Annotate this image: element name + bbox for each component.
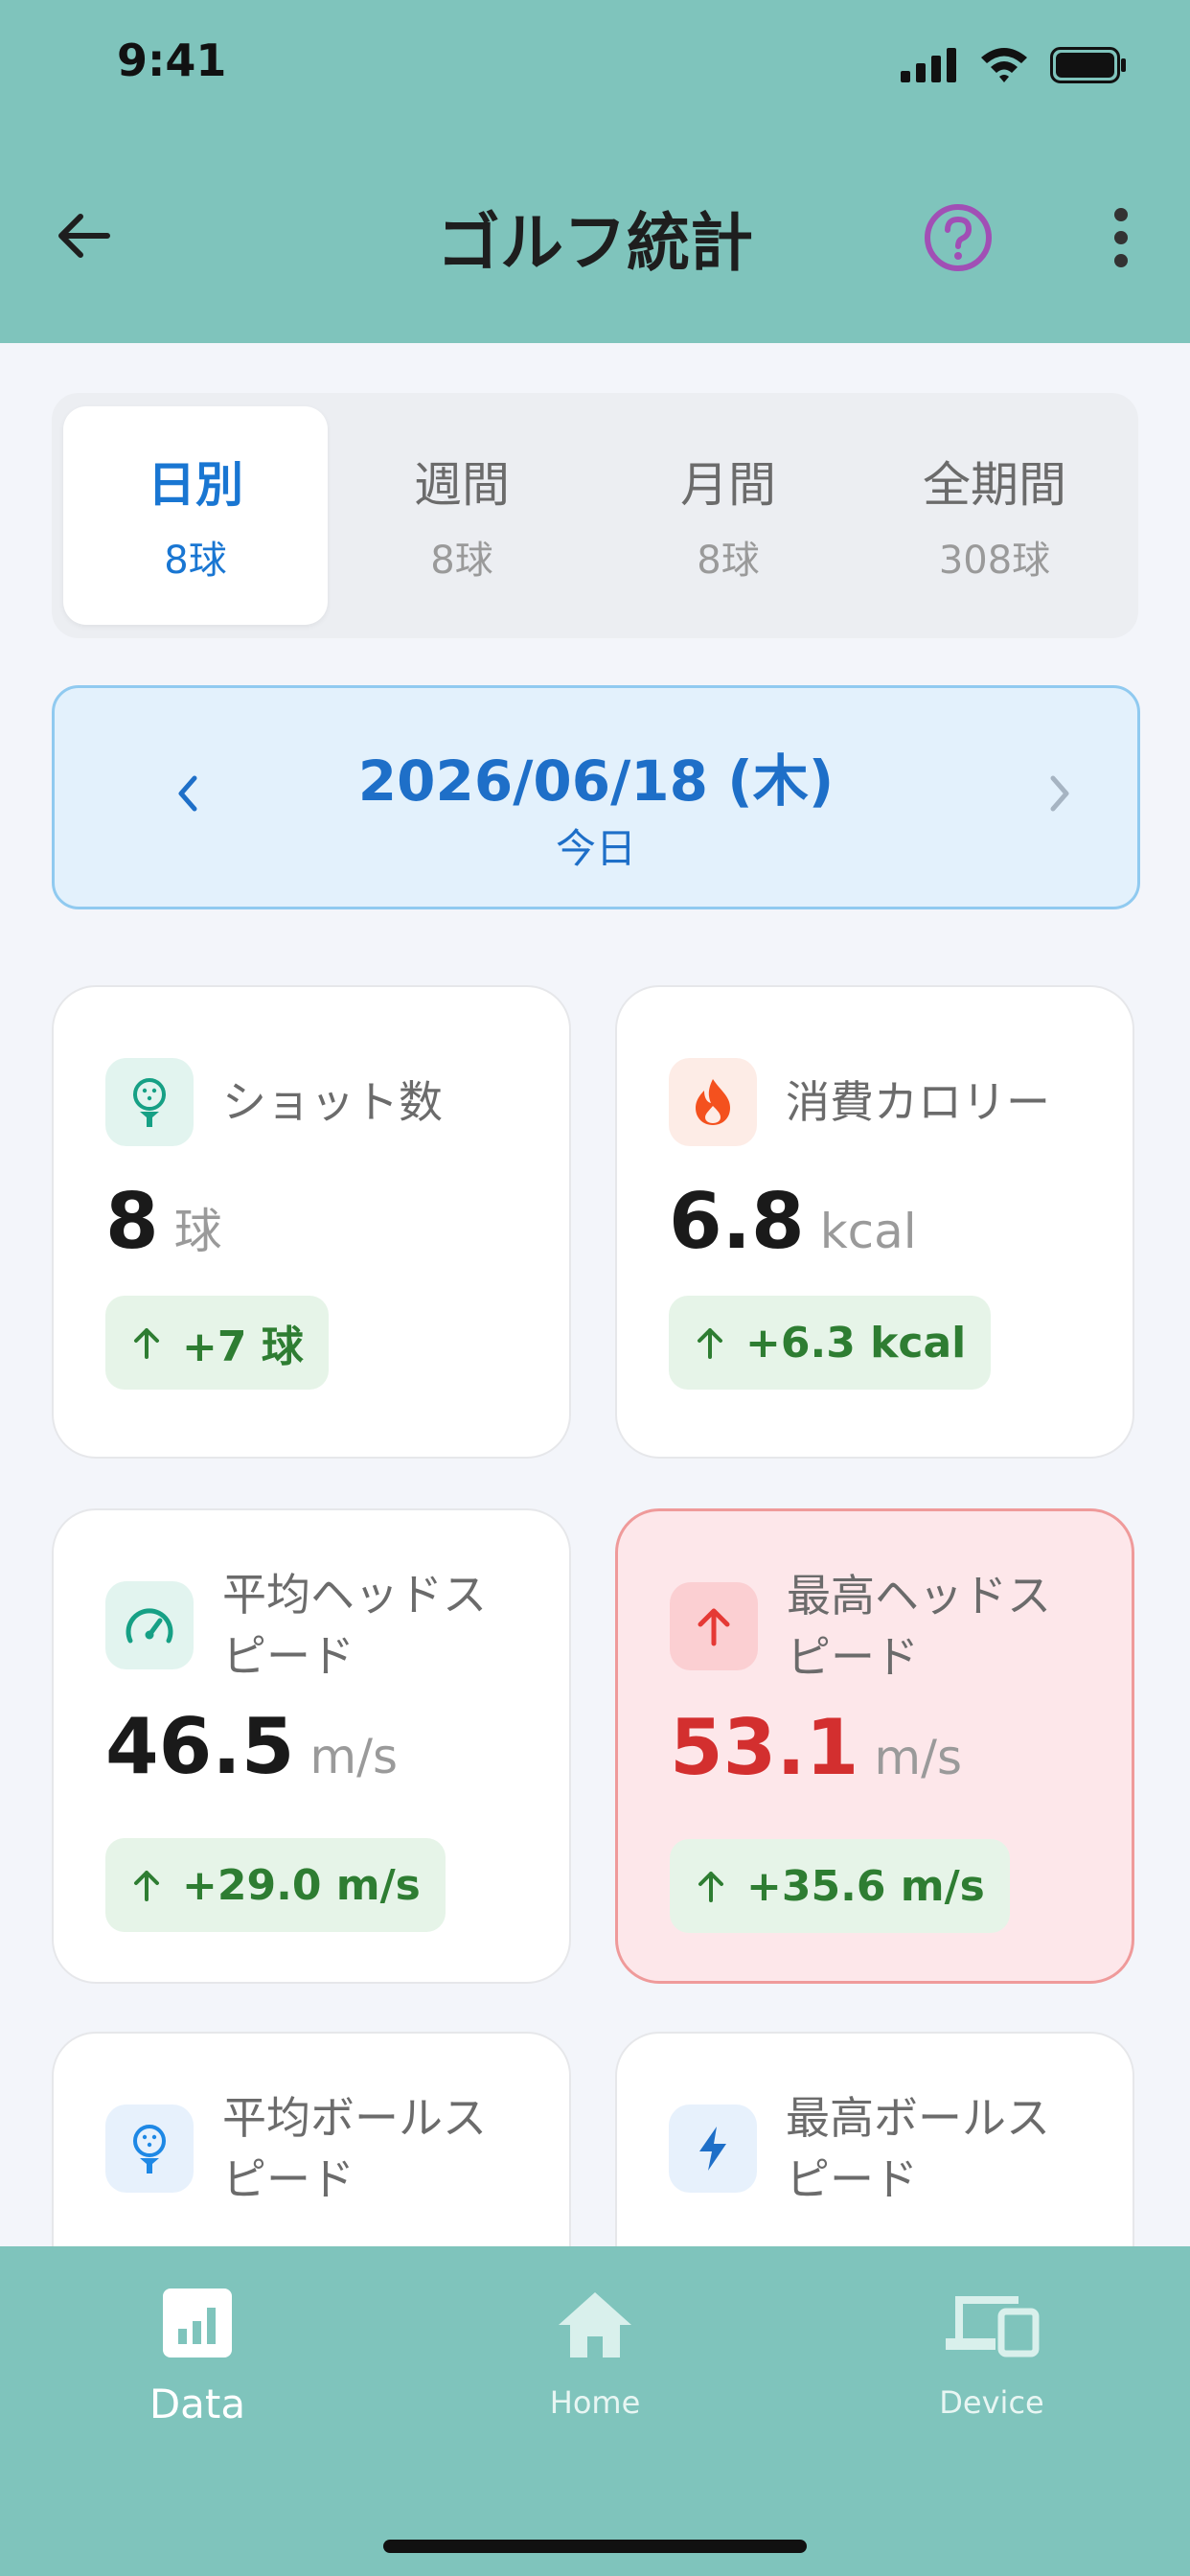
nav-label: Data [149, 2380, 246, 2427]
card-icon [105, 1058, 194, 1146]
tab-count: 8球 [164, 539, 227, 583]
card-value: 53.1 m/s [670, 1703, 962, 1792]
more-vert-icon[interactable] [1102, 203, 1140, 272]
golf-ball-tee-icon [133, 1078, 166, 1127]
flame-icon [696, 1079, 730, 1125]
delta-value: +7 球 [182, 1322, 304, 1371]
card-title: 消費カロリー [786, 1076, 1050, 1128]
stat-card-calories[interactable]: 消費カロリー 6.8 kcal +6.3 kcal [615, 985, 1134, 1459]
tab-daily[interactable]: 日別 8球 [63, 406, 328, 625]
card-icon [670, 1582, 758, 1670]
nav-item-home[interactable]: Home [451, 2285, 739, 2421]
card-value-number: 8 [105, 1177, 159, 1266]
card-unit: kcal [819, 1204, 917, 1259]
card-value-number: 46.5 [105, 1702, 295, 1791]
signal-icon [901, 48, 956, 82]
delta-value: +6.3 kcal [745, 1318, 967, 1368]
tab-monthly[interactable]: 月間 8球 [596, 406, 860, 625]
card-value-number: 53.1 [670, 1703, 859, 1792]
tab-label: 週間 [414, 457, 510, 513]
card-unit: m/s [309, 1729, 398, 1784]
card-title-line: 最高ヘッドス [787, 1570, 1051, 1622]
tab-all-time[interactable]: 全期間 308球 [862, 406, 1127, 625]
stat-card-max-head-speed[interactable]: 最高ヘッドス ピード 53.1 m/s +35.6 m/s [615, 1508, 1134, 1984]
card-title: 最高ボールス ピード [786, 2087, 1050, 2210]
arrow-up-icon [134, 1871, 159, 1901]
tab-count: 8球 [697, 539, 760, 583]
card-icon [669, 2104, 757, 2193]
delta-badge: +7 球 [105, 1296, 329, 1390]
card-title: 平均ヘッドス ピード [222, 1564, 487, 1687]
card-title-line: 最高ボールス [786, 2092, 1050, 2144]
tab-label: 日別 [148, 457, 243, 513]
page-title: ゴルフ統計 [437, 206, 753, 280]
wifi-icon [981, 48, 1027, 82]
card-value: 6.8 kcal [669, 1177, 917, 1266]
nav-label: Device [939, 2384, 1044, 2421]
delta-badge: +6.3 kcal [669, 1296, 992, 1390]
status-bar: 9:41 [0, 0, 1190, 134]
delta-value: +35.6 m/s [746, 1861, 985, 1911]
tab-count: 308球 [938, 539, 1051, 583]
nav-item-device[interactable]: Device [848, 2285, 1135, 2421]
arrow-up-icon [698, 1328, 722, 1359]
date-selector: 2026/06/18 (木) 今日 [52, 685, 1140, 909]
card-title-line: 平均ヘッドス [222, 1569, 487, 1621]
card-title: 平均ボールス ピード [222, 2087, 487, 2210]
delta-value: +29.0 m/s [182, 1860, 421, 1910]
nav-label: Home [549, 2384, 641, 2421]
card-title-line: ピード [222, 2153, 355, 2205]
delta-badge: +29.0 m/s [105, 1838, 446, 1932]
tab-weekly[interactable]: 週間 8球 [330, 406, 594, 625]
tab-label: 月間 [680, 457, 776, 513]
card-value-number: 6.8 [669, 1177, 805, 1266]
bottom-navigation: Data Home Device [0, 2246, 1190, 2576]
card-unit: m/s [874, 1730, 962, 1785]
lightning-icon [699, 2127, 726, 2171]
battery-icon [1050, 47, 1126, 83]
status-icons [901, 46, 1127, 84]
speedometer-icon [126, 1608, 173, 1644]
delta-badge: +35.6 m/s [670, 1839, 1010, 1933]
nav-item-data[interactable]: Data [54, 2285, 341, 2427]
devices-icon [946, 2296, 1040, 2358]
status-time: 9:41 [117, 34, 227, 86]
card-icon [105, 1581, 194, 1669]
app-bar: ゴルフ統計 [0, 134, 1190, 343]
card-value: 46.5 m/s [105, 1702, 398, 1791]
arrow-up-icon [698, 1608, 730, 1646]
chevron-right-icon[interactable] [1030, 765, 1087, 822]
home-indicator [383, 2540, 807, 2553]
help-icon[interactable] [922, 201, 995, 274]
card-icon [105, 2104, 194, 2193]
stat-card-avg-head-speed[interactable]: 平均ヘッドス ピード 46.5 m/s +29.0 m/s [52, 1508, 571, 1984]
date-label: 2026/06/18 (木) [357, 748, 835, 814]
bar-chart-icon [163, 2288, 232, 2358]
card-title-line: ピード [787, 1631, 919, 1683]
stat-card-shots[interactable]: ショット数 8球 +7 球 [52, 985, 571, 1459]
card-value: 8球 [105, 1177, 222, 1266]
card-title-line: ピード [786, 2153, 918, 2205]
card-icon [669, 1058, 757, 1146]
arrow-up-icon [134, 1328, 159, 1359]
card-unit: 球 [173, 1204, 222, 1259]
date-relative-label: 今日 [555, 825, 636, 872]
card-title-line: ピード [222, 1630, 355, 1682]
card-title-line: 平均ボールス [222, 2092, 487, 2144]
card-title: 最高ヘッドス ピード [787, 1565, 1051, 1688]
golf-ball-tee-icon [133, 2125, 166, 2174]
arrow-up-icon [698, 1872, 723, 1902]
period-tabs: 日別 8球 週間 8球 月間 8球 全期間 308球 [52, 393, 1138, 638]
home-icon [559, 2292, 631, 2358]
tab-count: 8球 [430, 539, 493, 583]
card-title: ショット数 [222, 1076, 443, 1128]
tab-label: 全期間 [923, 457, 1066, 513]
